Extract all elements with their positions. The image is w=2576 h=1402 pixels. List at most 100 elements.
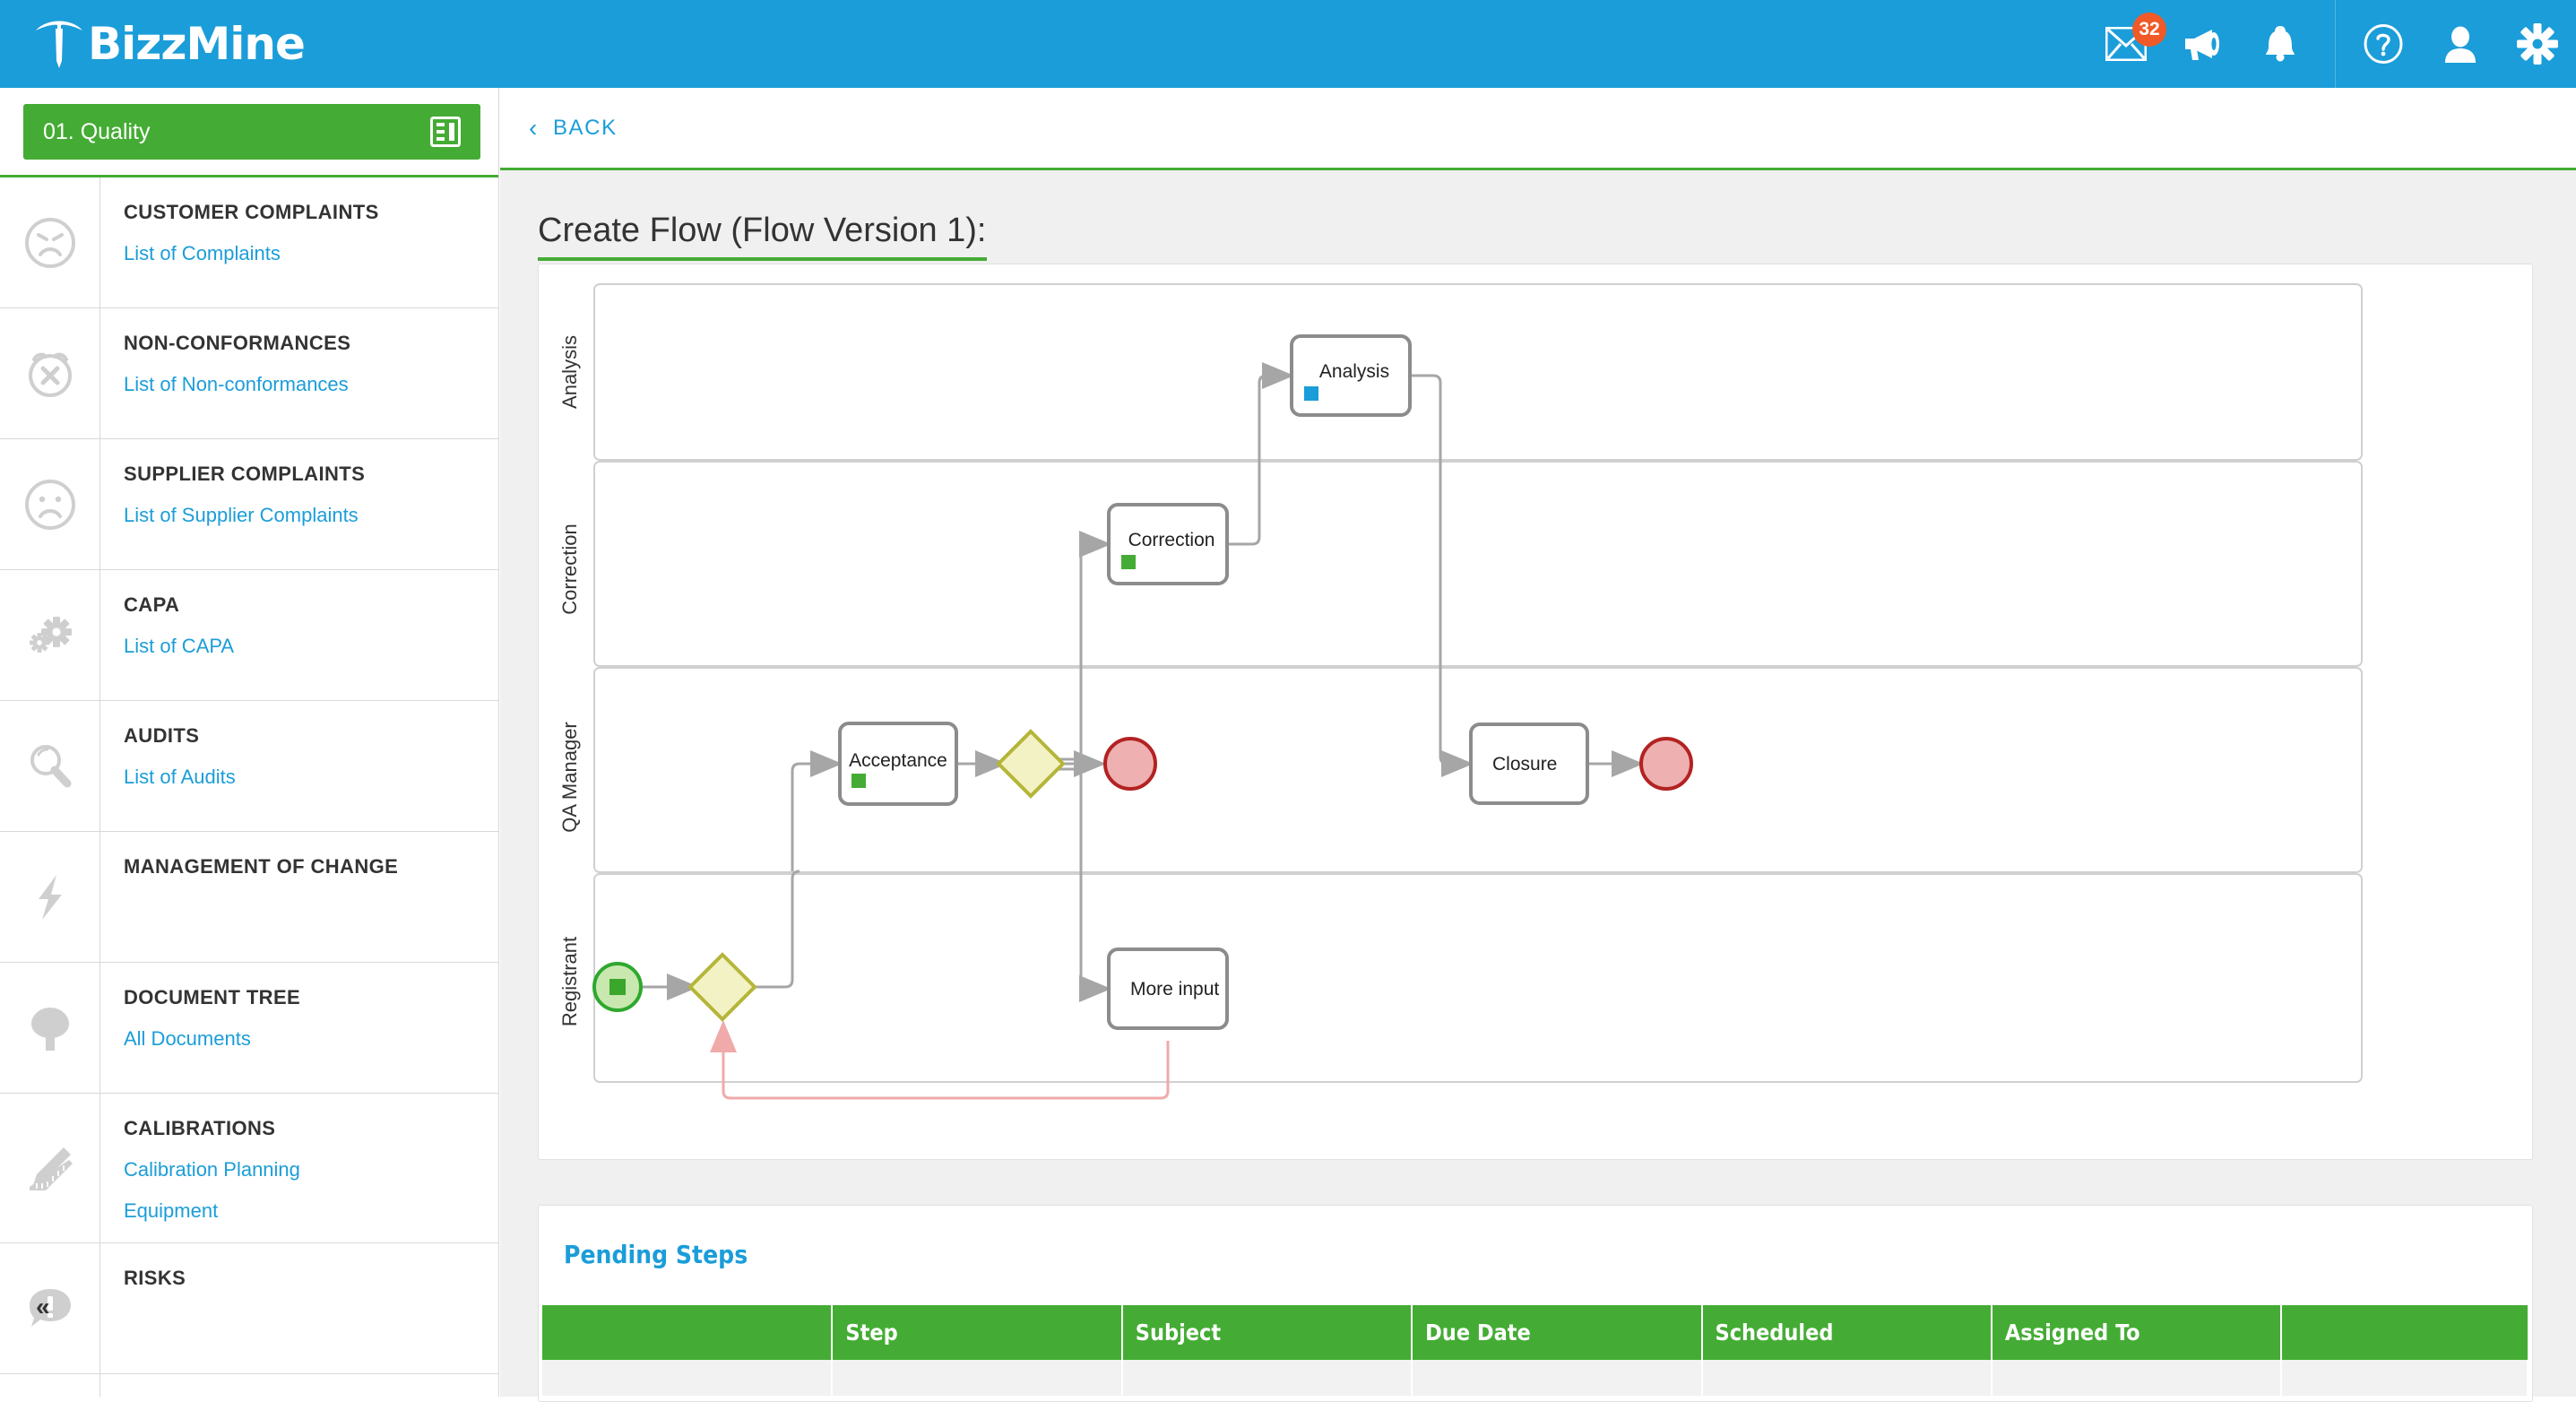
people-icon — [0, 1374, 100, 1397]
sidebar-item-management-of-change[interactable]: MANAGEMENT OF CHANGE — [0, 832, 498, 963]
sidebar-item-meetings[interactable]: MEETINGS — [0, 1374, 498, 1397]
swimlane-analysis: Analysis — [558, 283, 2363, 461]
user-icon[interactable] — [2422, 0, 2499, 88]
mail-badge: 32 — [2132, 13, 2166, 47]
sidebar-item-capa[interactable]: CAPA List of CAPA — [0, 570, 498, 701]
angry-face-icon — [0, 177, 100, 307]
sidebar-item-calibrations[interactable]: CALIBRATIONS Calibration Planning Equipm… — [0, 1094, 498, 1243]
pending-steps-table: Step Subject Due Date Scheduled Assigned… — [542, 1305, 2528, 1396]
app-header: BizzMine 32 — [0, 0, 2576, 88]
sidebar-item-label: MANAGEMENT OF CHANGE — [124, 855, 399, 878]
flow-diagram-card: Analysis Correction QA Manager Registran… — [538, 264, 2533, 1160]
sidebar-item-label: NON-CONFORMANCES — [124, 332, 351, 354]
megaphone-icon[interactable] — [2165, 0, 2242, 88]
chevron-left-icon: ‹ — [529, 113, 539, 142]
sidebar-item-label: DOCUMENT TREE — [124, 986, 301, 1008]
node-badge-correction — [1121, 555, 1136, 569]
node-badge-analysis — [1304, 386, 1318, 401]
sad-face-icon — [0, 439, 100, 569]
speech-alert-icon — [0, 1243, 100, 1373]
node-start-event[interactable] — [592, 962, 643, 1012]
panel-layout-icon[interactable] — [430, 117, 461, 147]
help-icon[interactable] — [2345, 0, 2422, 88]
lane-label-analysis: Analysis — [558, 335, 581, 409]
sidebar-title-label: 01. Quality — [43, 118, 151, 144]
lane-label-qa-manager: QA Manager — [558, 722, 581, 833]
node-label-correction: Correction — [1128, 530, 1215, 550]
ruler-pencil-icon — [0, 1094, 100, 1242]
column-header-scheduled[interactable]: Scheduled — [1701, 1305, 1993, 1360]
back-button[interactable]: ‹ BACK — [529, 113, 618, 142]
swimlane-correction: Correction — [558, 461, 2363, 667]
sidebar-sublink[interactable]: Equipment — [124, 1199, 498, 1223]
sidebar-sublink[interactable]: List of Audits — [124, 766, 498, 789]
node-task-analysis[interactable]: Analysis — [1290, 334, 1412, 417]
sidebar-sublink[interactable]: All Documents — [124, 1027, 498, 1051]
brand-logo[interactable]: BizzMine — [34, 16, 306, 72]
sidebar-sublink[interactable]: List of Supplier Complaints — [124, 504, 498, 527]
alarm-cross-icon — [0, 308, 100, 438]
pending-steps-title: Pending Steps — [564, 1240, 748, 1269]
bpmn-flow-diagram[interactable]: Analysis Correction QA Manager Registran… — [539, 264, 2534, 1161]
sidebar-sublink[interactable]: List of CAPA — [124, 635, 498, 658]
node-label-closure: Closure — [1492, 754, 1557, 775]
brand-name: BizzMine — [88, 18, 306, 70]
sidebar-item-document-tree[interactable]: DOCUMENT TREE All Documents — [0, 963, 498, 1094]
bell-icon[interactable] — [2242, 0, 2319, 88]
sidebar-sublink[interactable]: List of Non-conformances — [124, 373, 498, 396]
header-actions: 32 — [2088, 0, 2576, 88]
sidebar-item-label: CUSTOMER COMPLAINTS — [124, 201, 379, 223]
magnifier-icon — [0, 701, 100, 831]
node-end-event-1[interactable] — [1103, 737, 1157, 791]
node-task-correction[interactable]: Correction — [1107, 503, 1229, 585]
column-header-blank-right[interactable] — [2281, 1305, 2528, 1360]
column-header-assigned-to[interactable]: Assigned To — [1991, 1305, 2283, 1360]
sidebar-item-label: CAPA — [124, 593, 180, 616]
node-label-analysis: Analysis — [1319, 361, 1389, 382]
mail-icon[interactable]: 32 — [2088, 0, 2166, 88]
page-title: Create Flow (Flow Version 1): — [538, 212, 987, 261]
node-label-acceptance: Acceptance — [849, 750, 947, 771]
sidebar-item-supplier-complaints[interactable]: SUPPLIER COMPLAINTS List of Supplier Com… — [0, 439, 498, 570]
sidebar-item-label: AUDITS — [124, 724, 200, 747]
lane-label-registrant: Registrant — [558, 937, 581, 1026]
sidebar-item-risks[interactable]: RISKS — [0, 1243, 498, 1374]
node-badge-acceptance — [851, 774, 866, 788]
pending-steps-card: Pending Steps Step Subject Due Date Sche… — [538, 1205, 2533, 1402]
sidebar-collapse-button[interactable]: « — [36, 1294, 50, 1320]
sidebar-item-audits[interactable]: AUDITS List of Audits — [0, 701, 498, 832]
tree-icon — [0, 963, 100, 1093]
node-label-more-input: More input — [1130, 979, 1219, 1000]
sidebar: 01. Quality CUSTOMER COMPLAINTS List of … — [0, 88, 499, 1397]
node-end-event-2[interactable] — [1639, 737, 1693, 791]
column-header-subject[interactable]: Subject — [1121, 1305, 1413, 1360]
main-toolbar: ‹ BACK — [500, 88, 2576, 170]
gears-icon — [0, 570, 100, 700]
sidebar-item-label: RISKS — [124, 1267, 186, 1289]
gear-icon[interactable] — [2499, 0, 2576, 88]
column-header-blank-left[interactable] — [542, 1305, 834, 1360]
node-task-closure[interactable]: Closure — [1469, 723, 1589, 805]
node-task-more-input[interactable]: More input — [1107, 948, 1229, 1030]
sidebar-sublink[interactable]: Calibration Planning — [124, 1158, 498, 1181]
sidebar-item-non-conformances[interactable]: NON-CONFORMANCES List of Non-conformance… — [0, 308, 498, 439]
header-notifications-group: 32 — [2088, 0, 2319, 88]
column-header-step[interactable]: Step — [832, 1305, 1123, 1360]
sidebar-sublink[interactable]: List of Complaints — [124, 242, 498, 265]
swimlane-registrant: Registrant — [558, 873, 2363, 1083]
main-content: ‹ BACK Create Flow (Flow Version 1): Ana… — [500, 88, 2576, 1402]
pickaxe-icon — [34, 16, 84, 72]
lane-label-correction: Correction — [558, 524, 581, 614]
sidebar-item-customer-complaints[interactable]: CUSTOMER COMPLAINTS List of Complaints — [0, 177, 498, 308]
table-row[interactable] — [542, 1360, 2528, 1396]
lightning-icon — [0, 832, 100, 962]
swimlane-qa-manager: QA Manager — [558, 667, 2363, 873]
header-account-group — [2335, 0, 2576, 88]
sidebar-item-label: SUPPLIER COMPLAINTS — [124, 463, 366, 485]
table-header-row: Step Subject Due Date Scheduled Assigned… — [542, 1305, 2528, 1360]
back-button-label: BACK — [552, 115, 618, 140]
sidebar-title-bar[interactable]: 01. Quality — [23, 104, 480, 160]
sidebar-item-label: CALIBRATIONS — [124, 1117, 276, 1139]
column-header-due-date[interactable]: Due Date — [1412, 1305, 1703, 1360]
node-task-acceptance[interactable]: Acceptance — [838, 722, 958, 806]
